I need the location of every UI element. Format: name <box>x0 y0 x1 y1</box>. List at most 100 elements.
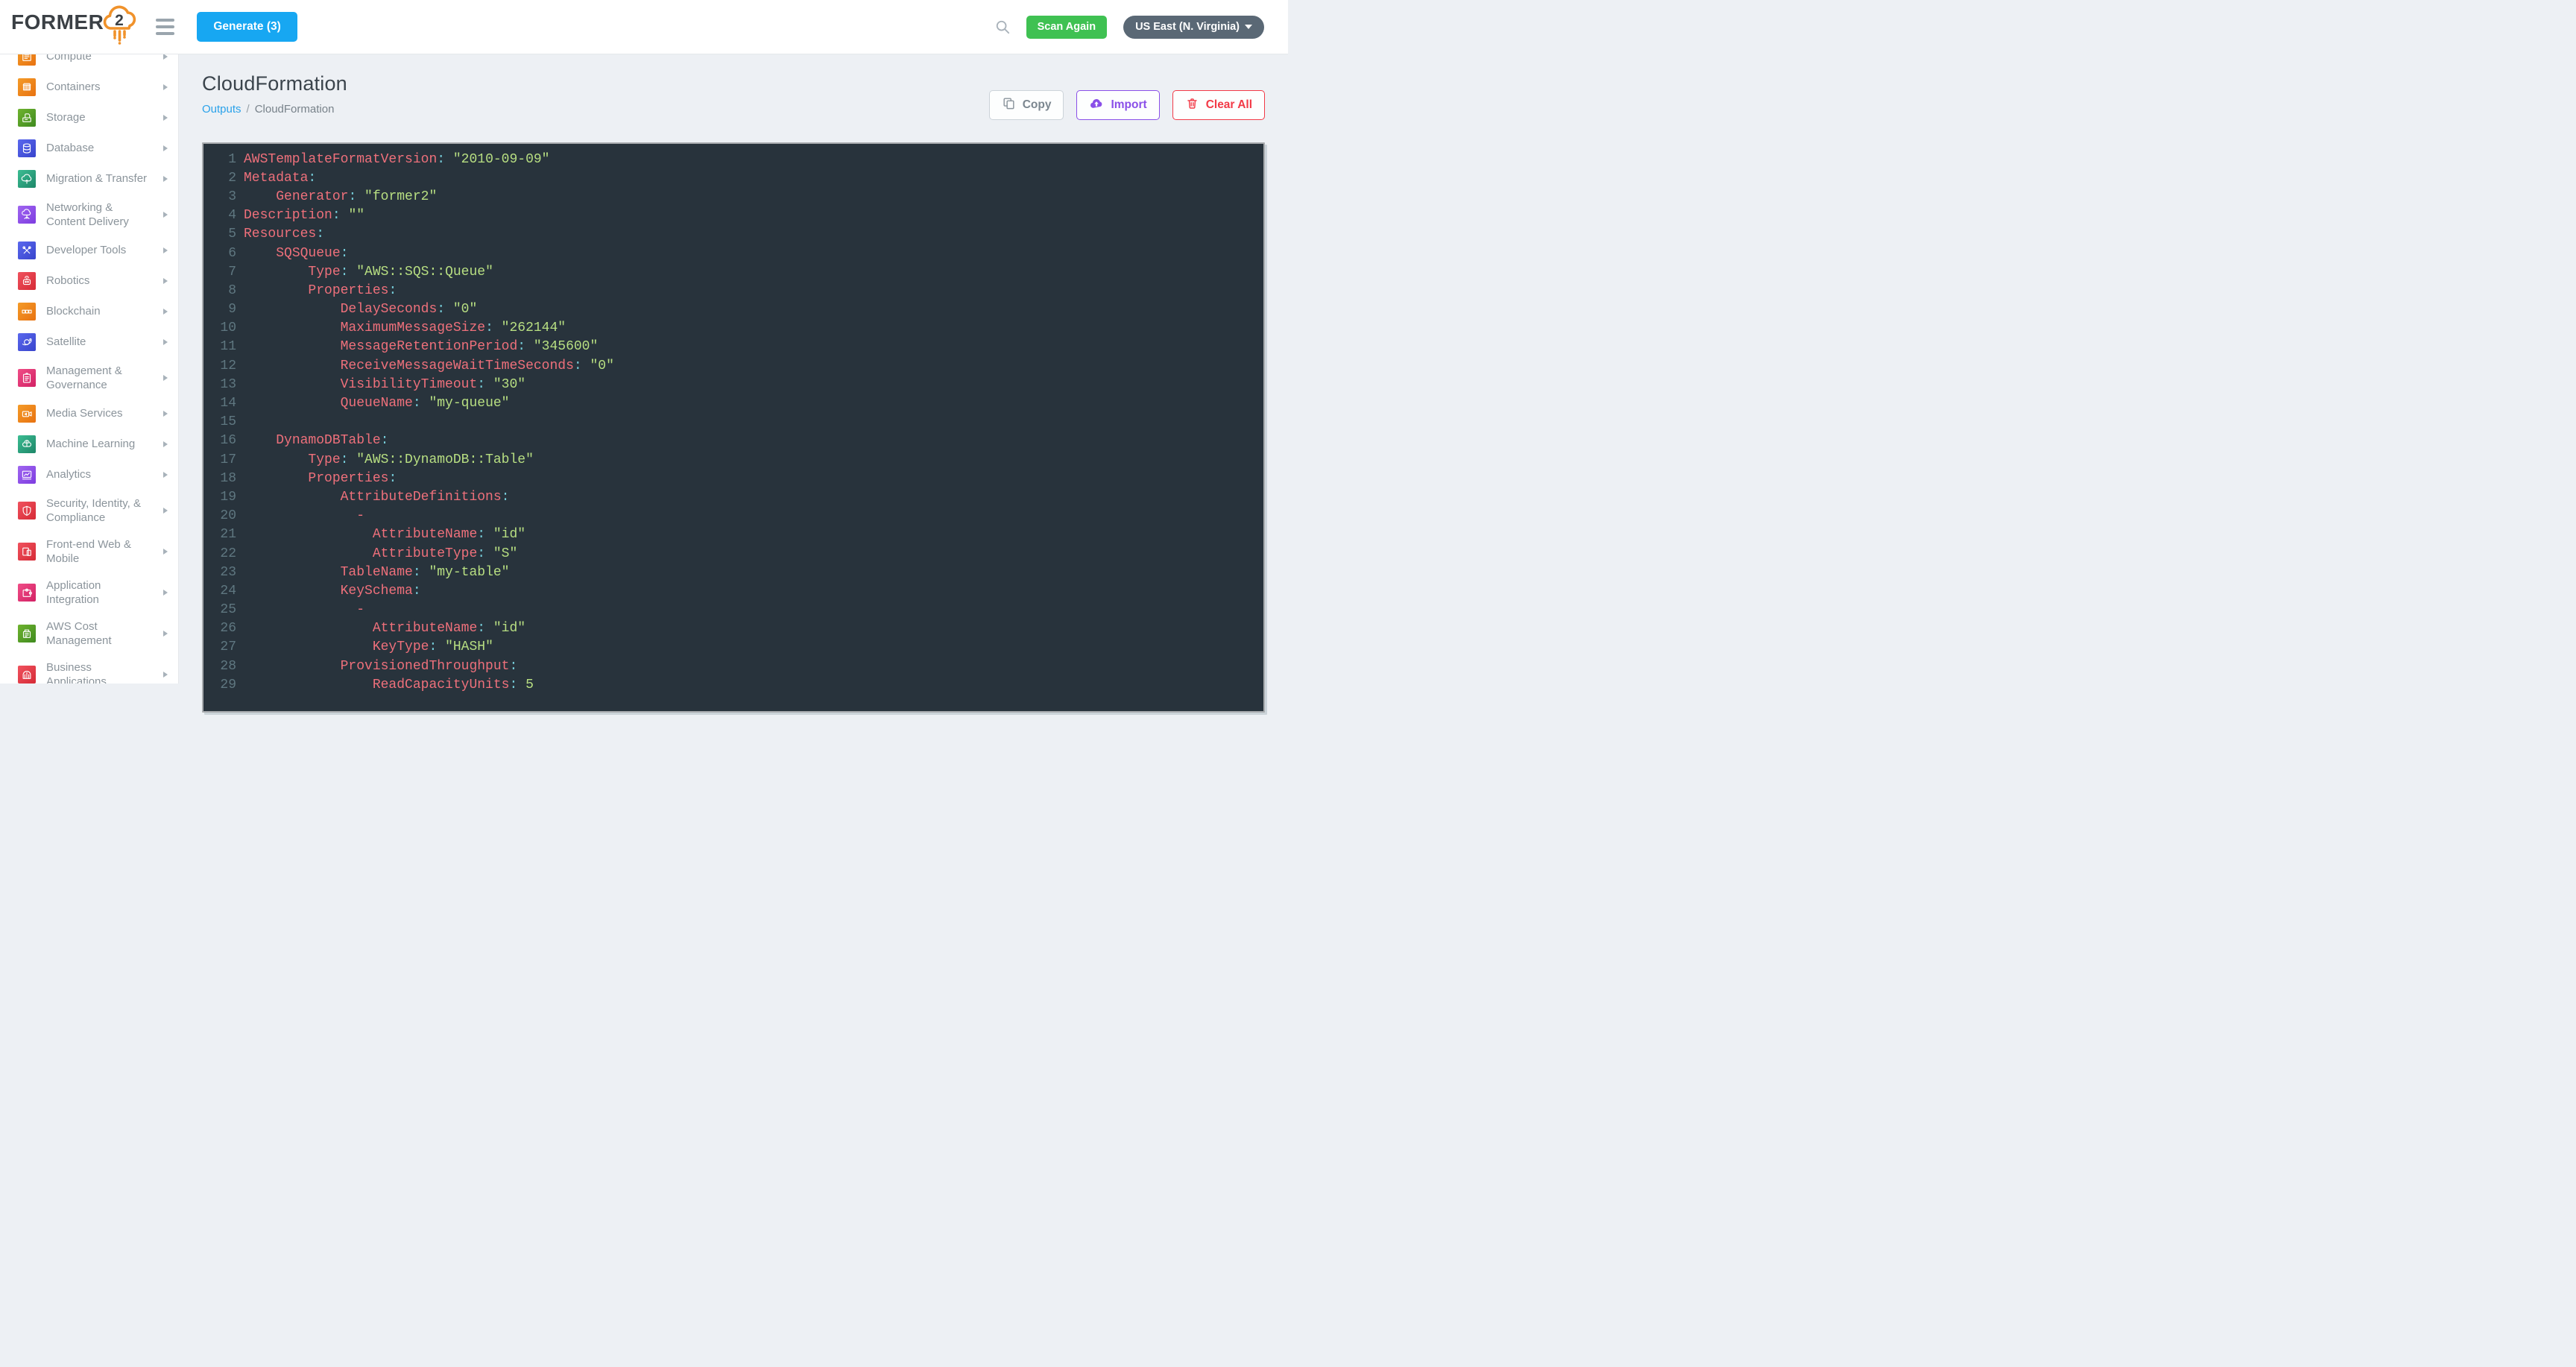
code-text: AttributeName: "id" <box>244 527 525 542</box>
sidebar-item-storage[interactable]: Storage <box>0 102 178 133</box>
sidebar-item-migration-transfer[interactable]: Migration & Transfer <box>0 163 178 194</box>
sidebar-item-business-applications[interactable]: Business Applications <box>0 654 178 684</box>
sidebar-item-security-identity-compliance[interactable]: Security, Identity, & Compliance <box>0 490 178 531</box>
sidebar-item-front-end-web-mobile[interactable]: Front-end Web & Mobile <box>0 531 178 572</box>
code-line: 29 ReadCapacityUnits: 5 <box>206 675 1263 694</box>
line-number: 21 <box>206 527 236 542</box>
sidebar-item-containers[interactable]: Containers <box>0 72 178 102</box>
chevron-right-icon <box>163 278 168 284</box>
sidebar-item-analytics[interactable]: Analytics <box>0 459 178 490</box>
breadcrumb-outputs-link[interactable]: Outputs <box>202 103 242 116</box>
sidebar-item-aws-cost-management[interactable]: AWS Cost Management <box>0 613 178 654</box>
code-line: 7 Type: "AWS::SQS::Queue" <box>206 262 1263 281</box>
sidebar-item-label: Machine Learning <box>46 437 163 451</box>
clear-all-button[interactable]: Clear All <box>1172 90 1265 120</box>
sidebar-item-database[interactable]: Database <box>0 133 178 163</box>
code-text: - <box>244 508 364 523</box>
code-line: 22 AttributeType: "S" <box>206 544 1263 563</box>
sidebar-item-media-services[interactable]: Media Services <box>0 398 178 429</box>
code-line: 13 VisibilityTimeout: "30" <box>206 375 1263 394</box>
sidebar-item-application-integration[interactable]: Application Integration <box>0 572 178 613</box>
code-line: 2Metadata: <box>206 168 1263 187</box>
clear-all-button-label: Clear All <box>1206 98 1252 112</box>
chevron-right-icon <box>163 508 168 514</box>
line-number: 7 <box>206 265 236 280</box>
satellite-icon <box>18 333 36 351</box>
line-number: 16 <box>206 433 236 448</box>
code-text: Type: "AWS::SQS::Queue" <box>244 265 493 280</box>
code-text: ReadCapacityUnits: 5 <box>244 678 534 692</box>
copy-button[interactable]: Copy <box>989 90 1064 120</box>
line-number: 12 <box>206 359 236 373</box>
output-actions: Copy Import Clear All <box>989 90 1265 120</box>
code-line: 11 MessageRetentionPeriod: "345600" <box>206 338 1263 356</box>
scan-again-button[interactable]: Scan Again <box>1026 16 1107 39</box>
logo-cloud-icon: 2 <box>102 4 138 54</box>
cloudformation-code-block[interactable]: 1AWSTemplateFormatVersion: "2010-09-09"2… <box>202 142 1265 713</box>
sidebar-item-satellite[interactable]: Satellite <box>0 326 178 357</box>
code-text: VisibilityTimeout: "30" <box>244 377 525 392</box>
code-line: 6 SQSQueue: <box>206 244 1263 262</box>
sidebar-item-label: Analytics <box>46 467 163 482</box>
code-line: 19 AttributeDefinitions: <box>206 487 1263 506</box>
containers-icon <box>18 78 36 96</box>
sidebar-item-robotics[interactable]: Robotics <box>0 265 178 296</box>
chevron-right-icon <box>163 375 168 381</box>
sidebar-item-networking-content-delivery[interactable]: Networking & Content Delivery <box>0 194 178 235</box>
chevron-right-icon <box>163 441 168 447</box>
code-line: 10 MaximumMessageSize: "262144" <box>206 319 1263 338</box>
region-selector[interactable]: US East (N. Virginia) <box>1123 16 1264 39</box>
code-line: 17 Type: "AWS::DynamoDB::Table" <box>206 450 1263 469</box>
code-text: Properties: <box>244 471 397 486</box>
code-text: KeyType: "HASH" <box>244 640 493 654</box>
copy-icon <box>1002 96 1016 114</box>
machine-learning-icon <box>18 435 36 453</box>
code-text: DynamoDBTable: <box>244 433 388 448</box>
trash-icon <box>1185 96 1199 114</box>
search-icon[interactable] <box>995 19 1010 34</box>
chevron-right-icon <box>163 472 168 478</box>
code-line: 3 Generator: "former2" <box>206 187 1263 206</box>
code-text: Properties: <box>244 283 397 298</box>
code-line: 9 DelaySeconds: "0" <box>206 300 1263 319</box>
sidebar-item-blockchain[interactable]: Blockchain <box>0 296 178 326</box>
sidebar-item-developer-tools[interactable]: Developer Tools <box>0 235 178 265</box>
sidebar-item-machine-learning[interactable]: Machine Learning <box>0 429 178 459</box>
import-button[interactable]: Import <box>1076 90 1159 120</box>
former2-logo[interactable]: FORMER 2 <box>11 0 138 54</box>
code-text: Generator: "former2" <box>244 189 437 204</box>
sidebar-item-compute[interactable]: Compute <box>0 54 178 72</box>
line-number: 4 <box>206 208 236 223</box>
line-number: 18 <box>206 471 236 486</box>
code-text: Type: "AWS::DynamoDB::Table" <box>244 452 534 467</box>
line-number: 27 <box>206 640 236 654</box>
menu-icon[interactable] <box>151 14 179 40</box>
code-text: QueueName: "my-queue" <box>244 396 509 411</box>
code-line: 20 - <box>206 507 1263 525</box>
blockchain-icon <box>18 303 36 321</box>
chevron-right-icon <box>163 309 168 315</box>
developer-tools-icon <box>18 241 36 259</box>
sidebar-item-management-governance[interactable]: Management & Governance <box>0 357 178 398</box>
line-number: 1 <box>206 152 236 167</box>
code-text: AttributeName: "id" <box>244 621 525 636</box>
code-line: 27 KeyType: "HASH" <box>206 638 1263 657</box>
networking-content-delivery-icon <box>18 206 36 224</box>
breadcrumb-current: CloudFormation <box>255 103 335 116</box>
database-icon <box>18 139 36 157</box>
line-number: 29 <box>206 678 236 692</box>
code-text: TableName: "my-table" <box>244 565 509 580</box>
code-text: AWSTemplateFormatVersion: "2010-09-09" <box>244 152 549 167</box>
line-number: 20 <box>206 508 236 523</box>
sidebar-item-label: Networking & Content Delivery <box>46 201 163 229</box>
cloud-upload-icon <box>1089 96 1104 115</box>
sidebar-item-label: Blockchain <box>46 304 163 318</box>
code-text: ProvisionedThroughput: <box>244 659 517 674</box>
logo-text: FORMER <box>11 0 104 45</box>
line-number: 2 <box>206 171 236 186</box>
generate-button[interactable]: Generate (3) <box>197 12 297 42</box>
chevron-right-icon <box>163 672 168 678</box>
sidebar-item-label: Migration & Transfer <box>46 171 163 186</box>
sidebar-item-label: Application Integration <box>46 578 163 607</box>
code-text: MaximumMessageSize: "262144" <box>244 321 566 335</box>
